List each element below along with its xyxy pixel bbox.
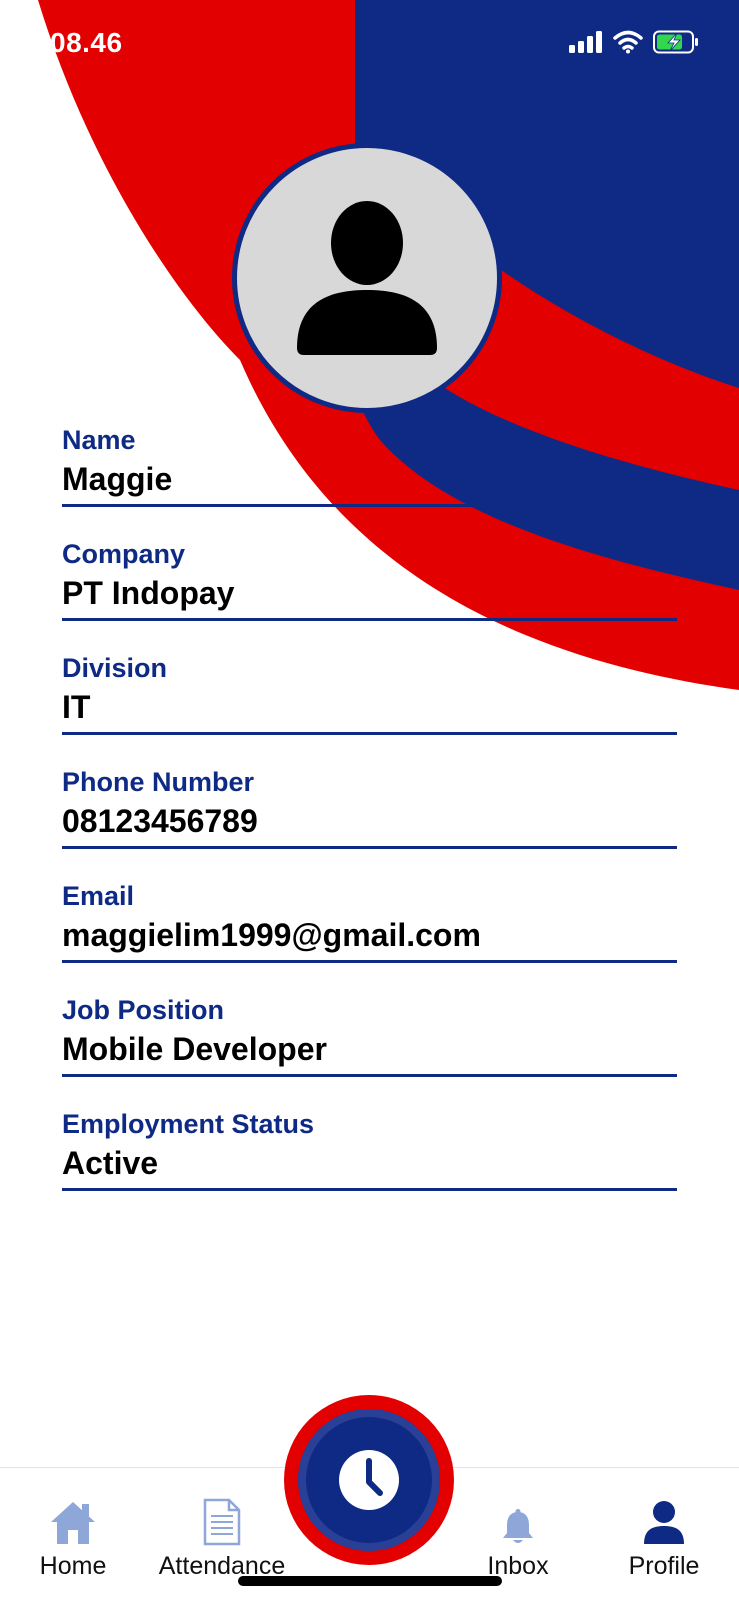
tab-label: Home [39, 1552, 107, 1580]
profile-field-job-position: Job Position Mobile Developer [62, 993, 677, 1077]
cellular-signal-icon [569, 31, 602, 53]
field-divider [62, 1188, 677, 1191]
field-divider [62, 618, 677, 621]
field-label: Email [62, 881, 135, 911]
bell-icon [503, 1509, 533, 1543]
field-value: Maggie [62, 461, 173, 497]
status-time: 08.46 [50, 27, 123, 58]
person-icon [644, 1501, 684, 1544]
field-value: Mobile Developer [62, 1031, 327, 1067]
status-bar: 08.46 [0, 0, 739, 90]
field-value: 08123456789 [62, 803, 258, 839]
profile-avatar[interactable] [232, 143, 502, 413]
profile-field-company: Company PT Indopay [62, 537, 677, 621]
tab-label: Profile [628, 1552, 700, 1580]
battery-charging-icon [653, 30, 698, 54]
field-label: Company [62, 539, 186, 569]
profile-field-employment-status: Employment Status Active [62, 1107, 677, 1191]
wifi-icon [613, 30, 643, 54]
tab-inbox[interactable]: Inbox [448, 1490, 588, 1580]
profile-field-email: Email maggielim1999@gmail.com [62, 879, 677, 963]
field-divider [62, 732, 677, 735]
document-icon [203, 1498, 241, 1546]
clock-in-button[interactable] [284, 1395, 454, 1565]
tab-home[interactable]: Home [3, 1490, 143, 1580]
person-icon [297, 201, 437, 355]
profile-field-name: Name Maggie [62, 423, 677, 507]
field-divider [62, 960, 677, 963]
field-divider [62, 504, 677, 507]
field-label: Employment Status [62, 1109, 315, 1139]
tab-profile[interactable]: Profile [594, 1490, 734, 1580]
field-label: Phone Number [62, 767, 255, 797]
clock-icon [339, 1450, 399, 1510]
profile-field-phone: Phone Number 08123456789 [62, 765, 677, 849]
field-divider [62, 1074, 677, 1077]
field-value: maggielim1999@gmail.com [62, 917, 481, 953]
profile-field-division: Division IT [62, 651, 677, 735]
field-label: Name [62, 425, 136, 455]
field-value: Active [62, 1145, 159, 1181]
field-label: Division [62, 653, 168, 683]
field-label: Job Position [62, 995, 224, 1025]
home-indicator [238, 1576, 502, 1586]
field-value: IT [62, 689, 91, 725]
field-divider [62, 846, 677, 849]
home-icon [51, 1502, 95, 1544]
field-value: PT Indopay [62, 575, 235, 611]
tab-attendance[interactable]: Attendance [152, 1490, 292, 1580]
